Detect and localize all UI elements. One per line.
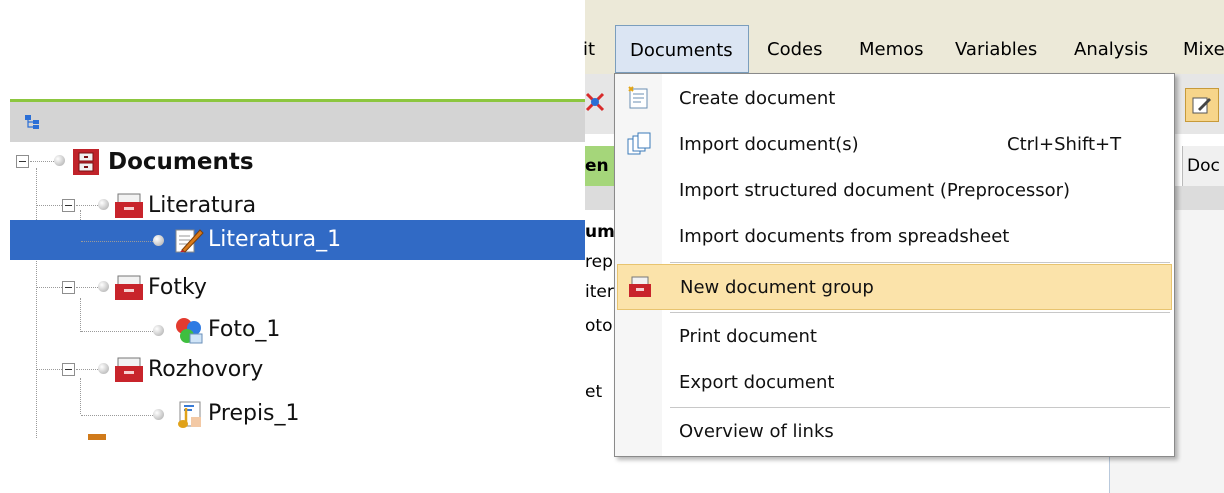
node-bullet-icon (54, 155, 65, 166)
menu-variables[interactable]: Variables (955, 24, 1037, 74)
shortcut-label: Ctrl+Shift+T (1007, 134, 1122, 155)
audio-transcript-icon (178, 401, 201, 428)
node-bullet-icon (153, 325, 164, 336)
documents-folder-icon (73, 149, 99, 175)
tree-group-fotky[interactable]: Fotky (0, 268, 585, 308)
node-bullet-icon (153, 409, 164, 420)
node-bullet-icon (98, 281, 109, 292)
tree-header-bar (10, 102, 585, 142)
menu-mixed-partial[interactable]: Mixe (1183, 24, 1224, 74)
menu-documents[interactable]: Documents (615, 25, 749, 73)
menu-codes[interactable]: Codes (767, 24, 822, 74)
text-document-icon (175, 229, 204, 253)
menu-item-import-documents[interactable]: Import document(s) Ctrl+Shift+T (615, 122, 1174, 168)
document-group-icon (115, 357, 143, 382)
document-system-panel: Documents Literatura Literatura_1 Fotky … (0, 0, 585, 493)
menu-separator (670, 262, 1170, 263)
node-bullet-icon (98, 363, 109, 374)
tree-document-label: Foto_1 (208, 317, 281, 342)
tree-group-label: Fotky (148, 275, 207, 300)
create-document-icon (628, 86, 648, 109)
node-bullet-icon (98, 199, 109, 210)
new-document-group-icon (629, 276, 651, 297)
import-documents-icon (627, 132, 651, 155)
image-document-icon (176, 318, 203, 344)
menu-item-import-from-spreadsheet[interactable]: Import documents from spreadsheet (615, 214, 1174, 260)
documents-dropdown-menu: Create document Import document(s) Ctrl+… (614, 73, 1175, 457)
edit-toolbar-button[interactable] (1185, 88, 1219, 122)
menu-memos[interactable]: Memos (859, 24, 924, 74)
tab-partial[interactable]: en (585, 146, 615, 186)
node-bullet-icon (153, 235, 164, 246)
tree-document-label: Literatura_1 (208, 227, 342, 252)
toolbar-tool-icon[interactable] (585, 90, 607, 114)
menu-analysis[interactable]: Analysis (1074, 24, 1148, 74)
menu-item-print-document[interactable]: Print document (615, 314, 1174, 360)
menu-item-create-document[interactable]: Create document (615, 76, 1174, 122)
tree-document-foto-1[interactable]: Foto_1 (0, 310, 585, 350)
menu-item-overview-of-links[interactable]: Overview of links (615, 409, 1174, 455)
tree-root-documents[interactable]: Documents (0, 142, 585, 182)
collapse-toggle[interactable] (62, 199, 75, 212)
menu-edit-partial[interactable]: it (583, 24, 595, 74)
collapse-toggle[interactable] (62, 363, 75, 376)
tree-document-label: Prepis_1 (208, 401, 300, 426)
document-group-icon (115, 275, 143, 300)
menu-separator (670, 312, 1170, 313)
menu-separator (670, 407, 1170, 408)
menu-item-import-structured-document[interactable]: Import structured document (Preprocessor… (615, 168, 1174, 214)
menu-item-export-document[interactable]: Export document (615, 360, 1174, 406)
document-tree: Documents Literatura Literatura_1 Fotky … (0, 142, 585, 442)
tree-root-label: Documents (108, 149, 254, 175)
window-title-strip (585, 0, 1224, 24)
tree-document-prepis-1[interactable]: Prepis_1 (0, 394, 585, 434)
partial-tree-icon (88, 434, 106, 440)
menubar: it Documents Codes Memos Variables Analy… (583, 24, 1224, 74)
collapse-toggle[interactable] (62, 281, 75, 294)
collapse-toggle[interactable] (16, 155, 29, 168)
tree-document-literatura-1[interactable]: Literatura_1 (0, 220, 585, 260)
tree-group-rozhovory[interactable]: Rozhovory (0, 350, 585, 390)
document-group-icon (115, 193, 143, 218)
edit-icon (1192, 97, 1211, 114)
menu-item-new-document-group[interactable]: New document group (617, 264, 1172, 310)
document-browser-tab-partial[interactable]: Doc (1182, 146, 1224, 186)
tree-group-label: Rozhovory (148, 357, 264, 382)
tree-view-icon[interactable] (24, 114, 40, 130)
